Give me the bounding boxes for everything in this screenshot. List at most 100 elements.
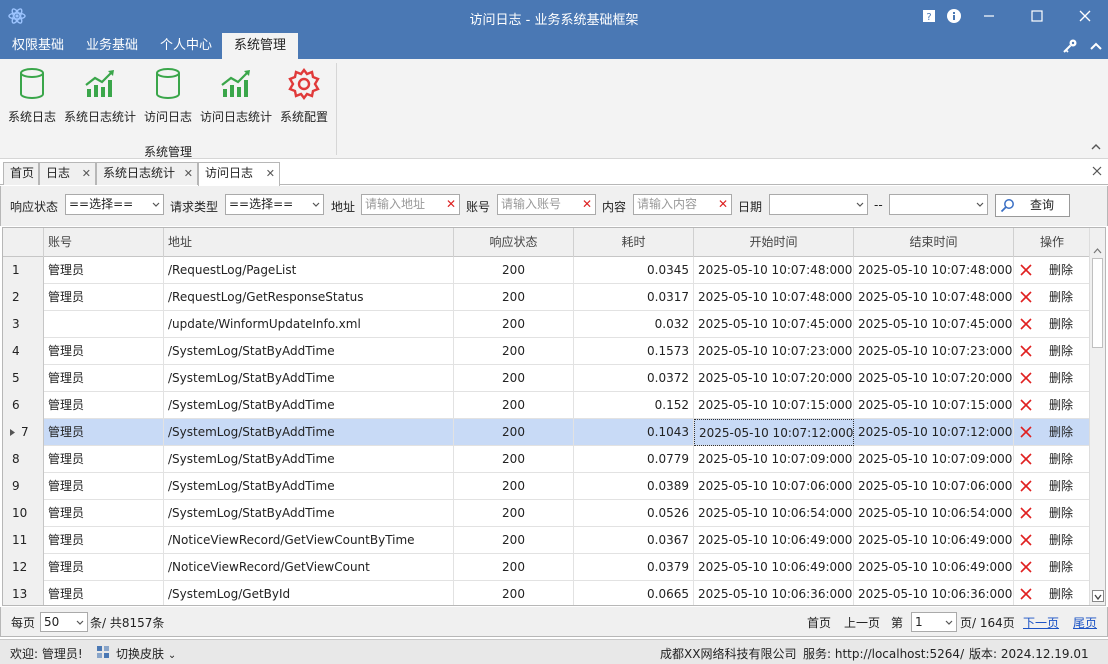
close-icon[interactable] — [1090, 164, 1104, 178]
cell-cost[interactable]: 0.0379 — [574, 554, 694, 581]
cell-address[interactable]: /NoticeViewRecord/GetViewCount — [164, 554, 454, 581]
cell-end-time[interactable]: 2025-05-10 10:06:49:0000 — [854, 527, 1014, 554]
table-row[interactable]: 6 管理员/SystemLog/StatByAddTime 200 0.152 2025… — [3, 392, 1091, 419]
cell-start-time[interactable]: 2025-05-10 10:07:48:0000 — [694, 284, 854, 311]
cell-account[interactable]: 管理员 — [44, 284, 164, 311]
type-select[interactable]: ==选择== — [225, 194, 324, 215]
cell-start-time[interactable]: 2025-05-10 10:06:49:0000 — [694, 527, 854, 554]
cell-cost[interactable]: 0.0367 — [574, 527, 694, 554]
cell-cost[interactable]: 0.0665 — [574, 581, 694, 605]
cell-status[interactable]: 200 — [454, 338, 574, 365]
page-select[interactable]: 1 — [911, 612, 957, 632]
scroll-up-icon[interactable] — [1093, 248, 1102, 254]
delete-link[interactable]: 删除 — [1049, 446, 1073, 473]
cell-cost[interactable]: 0.0389 — [574, 473, 694, 500]
delete-icon[interactable] — [1020, 561, 1032, 573]
column-header-start-time[interactable]: 开始时间 — [694, 228, 854, 257]
acct-input[interactable]: 请输入账号 ✕ — [497, 194, 596, 215]
scroll-down-button[interactable] — [1092, 590, 1104, 602]
cell-status[interactable]: 200 — [454, 284, 574, 311]
cell-cost[interactable]: 0.0317 — [574, 284, 694, 311]
delete-link[interactable]: 删除 — [1049, 257, 1073, 284]
table-row[interactable]: 3/update/WinformUpdateInfo.xml 200 0.032 20… — [3, 311, 1091, 338]
table-row[interactable]: 13 管理员/SystemLog/GetById 200 0.0665 2025-05-… — [3, 581, 1091, 605]
cell-end-time[interactable]: 2025-05-10 10:06:36:0000 — [854, 581, 1014, 605]
delete-icon[interactable] — [1020, 534, 1032, 546]
chevron-up-icon[interactable] — [1088, 38, 1104, 54]
close-tab-icon[interactable]: ✕ — [184, 163, 193, 184]
cell-end-time[interactable]: 2025-05-10 10:07:15:0000 — [854, 392, 1014, 419]
access-log-stats-button[interactable]: 访问日志统计 — [198, 67, 274, 125]
delete-link[interactable]: 删除 — [1049, 284, 1073, 311]
clear-icon[interactable]: ✕ — [446, 195, 456, 214]
delete-link[interactable]: 删除 — [1049, 419, 1073, 446]
doc-tab-system-log-stats[interactable]: 系统日志统计 ✕ — [96, 162, 198, 185]
status-select[interactable]: ==选择== — [65, 194, 164, 215]
cell-start-time[interactable]: 2025-05-10 10:07:12:0000 — [694, 419, 854, 446]
close-tab-icon[interactable]: ✕ — [266, 163, 275, 184]
next-page-link[interactable]: 下一页 — [1023, 614, 1059, 631]
table-row[interactable]: 12 管理员/NoticeViewRecord/GetViewCount 200 0.… — [3, 554, 1091, 581]
delete-link[interactable]: 删除 — [1049, 473, 1073, 500]
cell-account[interactable]: 管理员 — [44, 527, 164, 554]
cell-account[interactable]: 管理员 — [44, 392, 164, 419]
cell-end-time[interactable]: 2025-05-10 10:07:45:0000 — [854, 311, 1014, 338]
ribbon-tab-business[interactable]: 业务基础 — [74, 33, 150, 59]
delete-link[interactable]: 删除 — [1049, 500, 1073, 527]
table-row[interactable]: 1 管理员/RequestLog/PageList 200 0.0345 2025-05… — [3, 257, 1091, 284]
table-row[interactable]: 5 管理员/SystemLog/StatByAddTime 200 0.0372 202… — [3, 365, 1091, 392]
delete-icon[interactable] — [1020, 588, 1032, 600]
info-icon[interactable] — [943, 6, 965, 26]
cell-address[interactable]: /SystemLog/StatByAddTime — [164, 419, 454, 446]
ribbon-tab-personal[interactable]: 个人中心 — [148, 33, 224, 59]
cell-account[interactable]: 管理员 — [44, 419, 164, 446]
cell-status[interactable]: 200 — [454, 473, 574, 500]
cell-account[interactable]: 管理员 — [44, 365, 164, 392]
delete-icon[interactable] — [1020, 507, 1032, 519]
close-tab-icon[interactable]: ✕ — [82, 163, 91, 184]
cell-start-time[interactable]: 2025-05-10 10:07:20:0000 — [694, 365, 854, 392]
help-book-icon[interactable]: ? — [918, 6, 940, 26]
delete-link[interactable]: 删除 — [1049, 338, 1073, 365]
access-log-button[interactable]: 访问日志 — [142, 67, 194, 125]
vertical-scrollbar[interactable] — [1089, 228, 1105, 605]
delete-icon[interactable] — [1020, 345, 1032, 357]
cell-end-time[interactable]: 2025-05-10 10:07:48:0000 — [854, 257, 1014, 284]
column-header-address[interactable]: 地址 — [164, 228, 454, 257]
table-row[interactable]: 4 管理员/SystemLog/StatByAddTime 200 0.1573 202… — [3, 338, 1091, 365]
delete-icon[interactable] — [1020, 426, 1032, 438]
delete-link[interactable]: 删除 — [1049, 581, 1073, 605]
chevron-up-icon[interactable] — [1090, 141, 1102, 153]
cell-address[interactable]: /SystemLog/StatByAddTime — [164, 446, 454, 473]
column-header-cost[interactable]: 耗时 — [574, 228, 694, 257]
cell-start-time[interactable]: 2025-05-10 10:06:54:0000 — [694, 500, 854, 527]
cell-end-time[interactable]: 2025-05-10 10:07:12:0000 — [854, 419, 1014, 446]
delete-icon[interactable] — [1020, 480, 1032, 492]
cell-address[interactable]: /SystemLog/GetById — [164, 581, 454, 605]
clear-icon[interactable]: ✕ — [718, 195, 728, 214]
cell-account[interactable] — [44, 311, 164, 338]
delete-link[interactable]: 删除 — [1049, 527, 1073, 554]
minimize-button[interactable] — [978, 6, 1000, 26]
table-row[interactable]: 7 管理员/SystemLog/StatByAddTime 200 0.1043 202… — [3, 419, 1091, 446]
cell-cost[interactable]: 0.0345 — [574, 257, 694, 284]
delete-link[interactable]: 删除 — [1049, 554, 1073, 581]
cell-end-time[interactable]: 2025-05-10 10:07:48:0000 — [854, 284, 1014, 311]
cell-start-time[interactable]: 2025-05-10 10:07:45:0000 — [694, 311, 854, 338]
cell-start-time[interactable]: 2025-05-10 10:06:49:0000 — [694, 554, 854, 581]
cell-end-time[interactable]: 2025-05-10 10:06:49:0000 — [854, 554, 1014, 581]
cell-address[interactable]: /NoticeViewRecord/GetViewCountByTime — [164, 527, 454, 554]
column-header-account[interactable]: 账号 — [44, 228, 164, 257]
cell-end-time[interactable]: 2025-05-10 10:07:09:0000 — [854, 446, 1014, 473]
delete-icon[interactable] — [1020, 399, 1032, 411]
cell-status[interactable]: 200 — [454, 257, 574, 284]
table-row[interactable]: 8 管理员/SystemLog/StatByAddTime 200 0.0779 202… — [3, 446, 1091, 473]
cell-cost[interactable]: 0.0779 — [574, 446, 694, 473]
key-icon[interactable] — [1062, 38, 1078, 54]
cell-start-time[interactable]: 2025-05-10 10:07:06:0000 — [694, 473, 854, 500]
cell-cost[interactable]: 0.0372 — [574, 365, 694, 392]
table-row[interactable]: 10 管理员/SystemLog/StatByAddTime 200 0.0526 20… — [3, 500, 1091, 527]
prev-page-button[interactable]: 上一页 — [844, 614, 880, 631]
cell-end-time[interactable]: 2025-05-10 10:07:20:0000 — [854, 365, 1014, 392]
cell-end-time[interactable]: 2025-05-10 10:07:23:0000 — [854, 338, 1014, 365]
